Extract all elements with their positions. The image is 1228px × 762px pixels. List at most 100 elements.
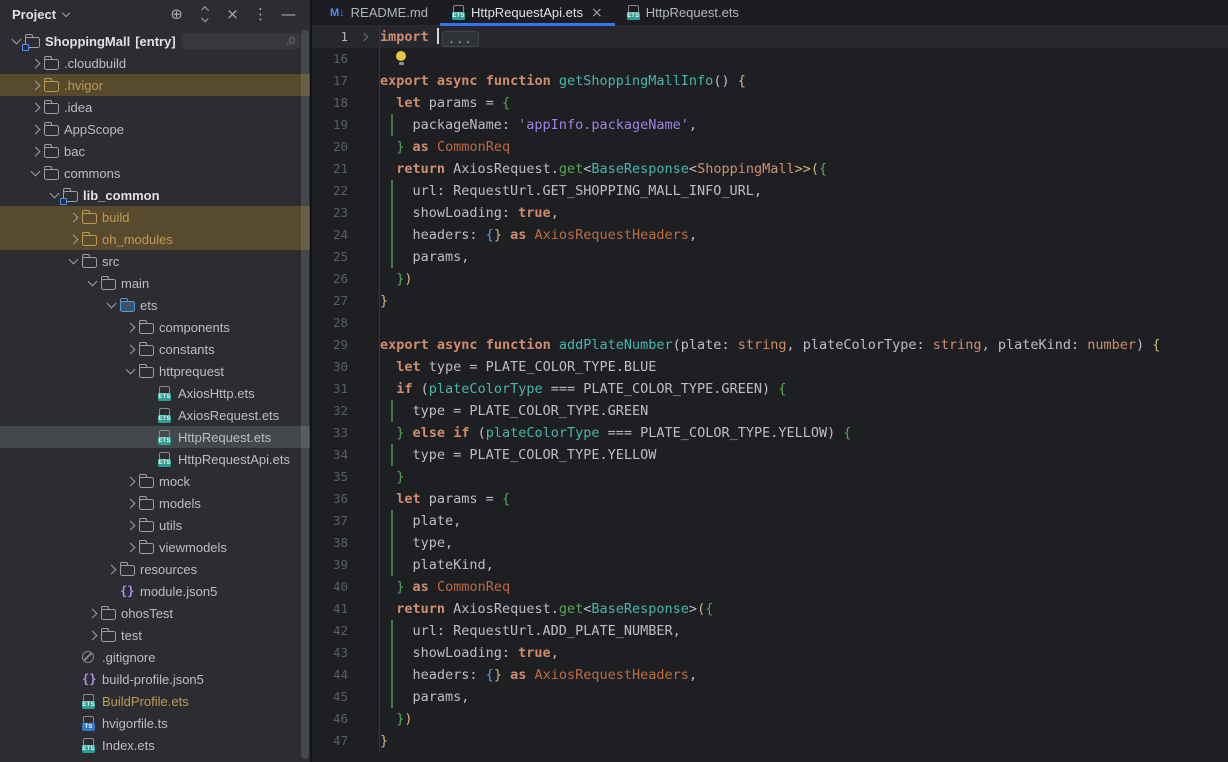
code-text[interactable]: plate, [380, 510, 1228, 532]
code-line-17[interactable]: 17export async function getShoppingMallI… [312, 70, 1228, 92]
code-line-40[interactable]: 40 } as CommonReq [312, 576, 1228, 598]
code-text[interactable]: plateKind, [380, 554, 1228, 576]
code-text[interactable]: url: RequestUrl.ADD_PLATE_NUMBER, [380, 620, 1228, 642]
collapse-all-icon[interactable]: × [225, 6, 240, 22]
code-line-35[interactable]: 35 } [312, 466, 1228, 488]
tree-item-viewmodels[interactable]: viewmodels [0, 536, 310, 558]
code-line-19[interactable]: 19 packageName: 'appInfo.packageName', [312, 114, 1228, 136]
fold-gutter[interactable] [348, 642, 380, 664]
chevron-down-icon[interactable] [126, 365, 136, 375]
chevron-right-icon[interactable] [31, 102, 41, 112]
code-text[interactable]: let type = PLATE_COLOR_TYPE.BLUE [380, 356, 1228, 378]
locate-icon[interactable]: ⊕ [169, 6, 184, 22]
code-line-45[interactable]: 45 params, [312, 686, 1228, 708]
line-number[interactable]: 31 [312, 378, 348, 400]
tree-item-axiosrequest-ets[interactable]: ETSAxiosRequest.ets [0, 404, 310, 426]
code-line-29[interactable]: 29export async function addPlateNumber(p… [312, 334, 1228, 356]
code-text[interactable]: } [380, 290, 1228, 312]
chevron-right-icon[interactable] [126, 542, 136, 552]
code-text[interactable]: } [380, 466, 1228, 488]
code-text[interactable]: let params = { [380, 488, 1228, 510]
line-number[interactable]: 47 [312, 730, 348, 752]
chevron-down-icon[interactable] [88, 277, 98, 287]
chevron-right-icon[interactable] [69, 234, 79, 244]
fold-gutter[interactable] [348, 686, 380, 708]
fold-gutter[interactable] [348, 26, 380, 48]
chevron-right-icon[interactable] [126, 498, 136, 508]
fold-gutter[interactable] [348, 532, 380, 554]
tab-httprequestapi-ets[interactable]: ETSHttpRequestApi.ets× [440, 0, 615, 25]
fold-gutter[interactable] [348, 356, 380, 378]
tree-item--hvigor[interactable]: .hvigor [0, 74, 310, 96]
fold-gutter[interactable] [348, 48, 380, 70]
code-text[interactable]: } [380, 730, 1228, 752]
code-text[interactable]: export async function addPlateNumber(pla… [380, 334, 1228, 356]
line-number[interactable]: 34 [312, 444, 348, 466]
line-number[interactable]: 39 [312, 554, 348, 576]
tree-item-build-profile-json5[interactable]: {}build-profile.json5 [0, 668, 310, 690]
tree-item-test[interactable]: test [0, 624, 310, 646]
line-number[interactable]: 21 [312, 158, 348, 180]
line-number[interactable]: 42 [312, 620, 348, 642]
chevron-right-icon[interactable] [69, 212, 79, 222]
line-number[interactable]: 44 [312, 664, 348, 686]
fold-gutter[interactable] [348, 598, 380, 620]
tree-item-index-ets[interactable]: ETSIndex.ets [0, 734, 310, 756]
tree-item-models[interactable]: models [0, 492, 310, 514]
tree-item-shoppingmall[interactable]: ShoppingMall[entry],0 [0, 30, 310, 52]
tree-item-bac[interactable]: bac [0, 140, 310, 162]
code-text[interactable]: return AxiosRequest.get<BaseResponse<Sho… [380, 158, 1228, 180]
tree-item-lib-common[interactable]: lib_common [0, 184, 310, 206]
code-text[interactable]: params, [380, 686, 1228, 708]
chevron-down-icon[interactable] [62, 9, 70, 17]
line-number[interactable]: 38 [312, 532, 348, 554]
line-number[interactable]: 18 [312, 92, 348, 114]
tab-close-icon[interactable]: × [591, 6, 603, 20]
code-line-39[interactable]: 39 plateKind, [312, 554, 1228, 576]
tree-item-axioshttp-ets[interactable]: ETSAxiosHttp.ets [0, 382, 310, 404]
code-text[interactable]: export async function getShoppingMallInf… [380, 70, 1228, 92]
chevron-down-icon[interactable] [12, 35, 22, 45]
line-number[interactable]: 22 [312, 180, 348, 202]
fold-chevron-right-icon[interactable] [360, 33, 368, 41]
code-text[interactable]: params, [380, 246, 1228, 268]
line-number[interactable]: 28 [312, 312, 348, 334]
fold-gutter[interactable] [348, 466, 380, 488]
fold-gutter[interactable] [348, 620, 380, 642]
tree-item-mock[interactable]: mock [0, 470, 310, 492]
code-text[interactable]: showLoading: true, [380, 202, 1228, 224]
tree-item-appscope[interactable]: AppScope [0, 118, 310, 140]
fold-gutter[interactable] [348, 510, 380, 532]
expand-all-icon[interactable] [197, 6, 212, 22]
code-line-31[interactable]: 31 if (plateColorType === PLATE_COLOR_TY… [312, 378, 1228, 400]
folded-region[interactable]: ... [442, 31, 479, 47]
line-number[interactable]: 27 [312, 290, 348, 312]
code-text[interactable]: return AxiosRequest.get<BaseResponse>({ [380, 598, 1228, 620]
code-line-28[interactable]: 28 [312, 312, 1228, 334]
tree-item-utils[interactable]: utils [0, 514, 310, 536]
code-line-41[interactable]: 41 return AxiosRequest.get<BaseResponse>… [312, 598, 1228, 620]
line-number[interactable]: 35 [312, 466, 348, 488]
fold-gutter[interactable] [348, 70, 380, 92]
code-line-26[interactable]: 26 }) [312, 268, 1228, 290]
tree-item-src[interactable]: src [0, 250, 310, 272]
line-number[interactable]: 40 [312, 576, 348, 598]
chevron-right-icon[interactable] [31, 146, 41, 156]
code-text[interactable]: import ... [380, 26, 1228, 48]
tab-httprequest-ets[interactable]: ETSHttpRequest.ets [615, 0, 751, 25]
tree-item-constants[interactable]: constants [0, 338, 310, 360]
chevron-right-icon[interactable] [126, 520, 136, 530]
chevron-down-icon[interactable] [107, 299, 117, 309]
chevron-right-icon[interactable] [88, 630, 98, 640]
line-number[interactable]: 23 [312, 202, 348, 224]
code-line-24[interactable]: 24 headers: {} as AxiosRequestHeaders, [312, 224, 1228, 246]
fold-gutter[interactable] [348, 92, 380, 114]
project-tree-scrollbar[interactable] [301, 30, 309, 759]
fold-gutter[interactable] [348, 312, 380, 334]
line-number[interactable]: 32 [312, 400, 348, 422]
tree-item-ohostest[interactable]: ohosTest [0, 602, 310, 624]
chevron-down-icon[interactable] [69, 255, 79, 265]
line-number[interactable]: 45 [312, 686, 348, 708]
code-text[interactable]: } else if (plateColorType === PLATE_COLO… [380, 422, 1228, 444]
chevron-right-icon[interactable] [88, 608, 98, 618]
